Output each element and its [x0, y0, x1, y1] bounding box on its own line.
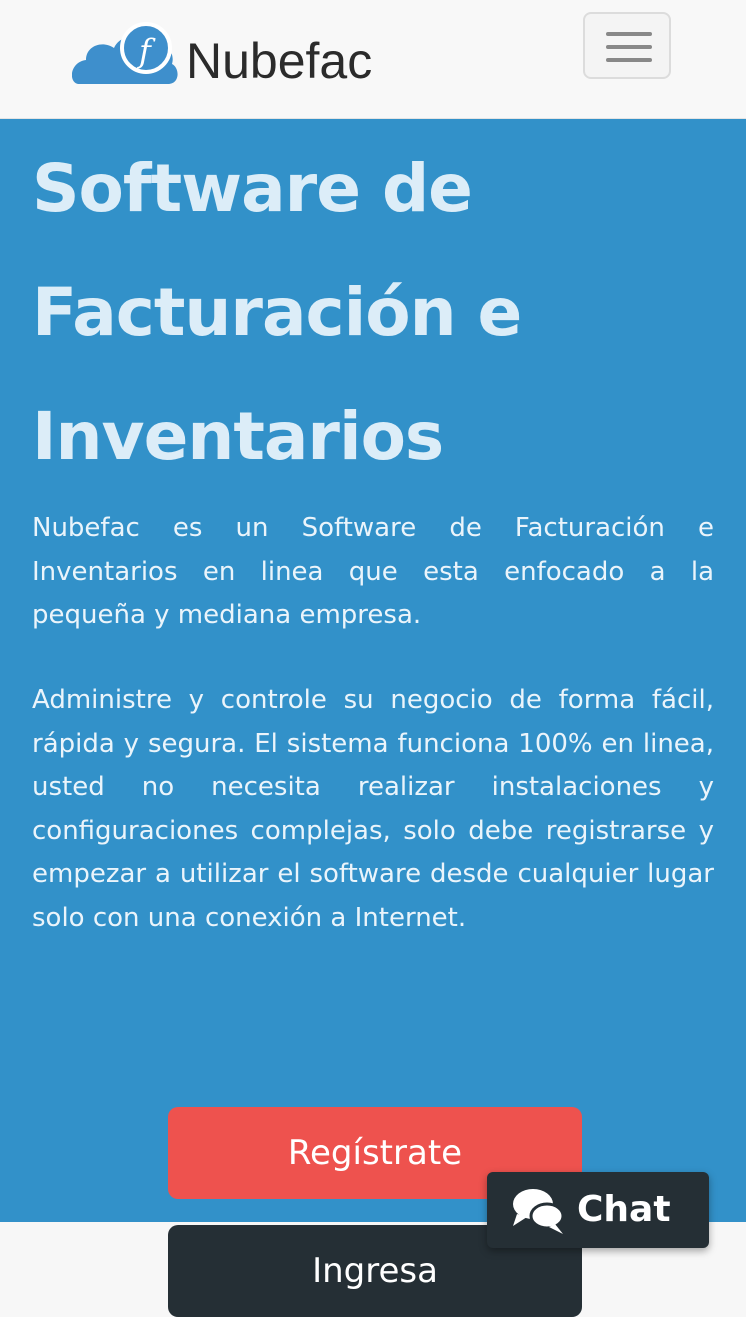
hero-description: Nubefac es un Software de Facturación e …: [32, 513, 714, 631]
chat-bubbles-icon: [513, 1189, 565, 1234]
hero-features-text: Administre y controle su negocio de form…: [32, 685, 714, 933]
hamburger-menu-icon: [606, 32, 652, 36]
brand-name: Nubefac: [186, 33, 373, 89]
menu-toggle-button[interactable]: [583, 12, 671, 79]
cloud-logo-icon: f: [72, 22, 178, 84]
chat-label: Chat: [577, 1189, 671, 1230]
hamburger-menu-icon: [606, 45, 652, 49]
hero-section: Software de Facturación e Inventarios Nu…: [0, 119, 746, 1317]
hamburger-menu-icon: [606, 58, 652, 62]
navbar: f Nubefac: [0, 0, 746, 119]
chat-widget-button[interactable]: Chat: [487, 1172, 709, 1248]
hero-title: Software de Facturación e Inventarios: [32, 150, 522, 475]
